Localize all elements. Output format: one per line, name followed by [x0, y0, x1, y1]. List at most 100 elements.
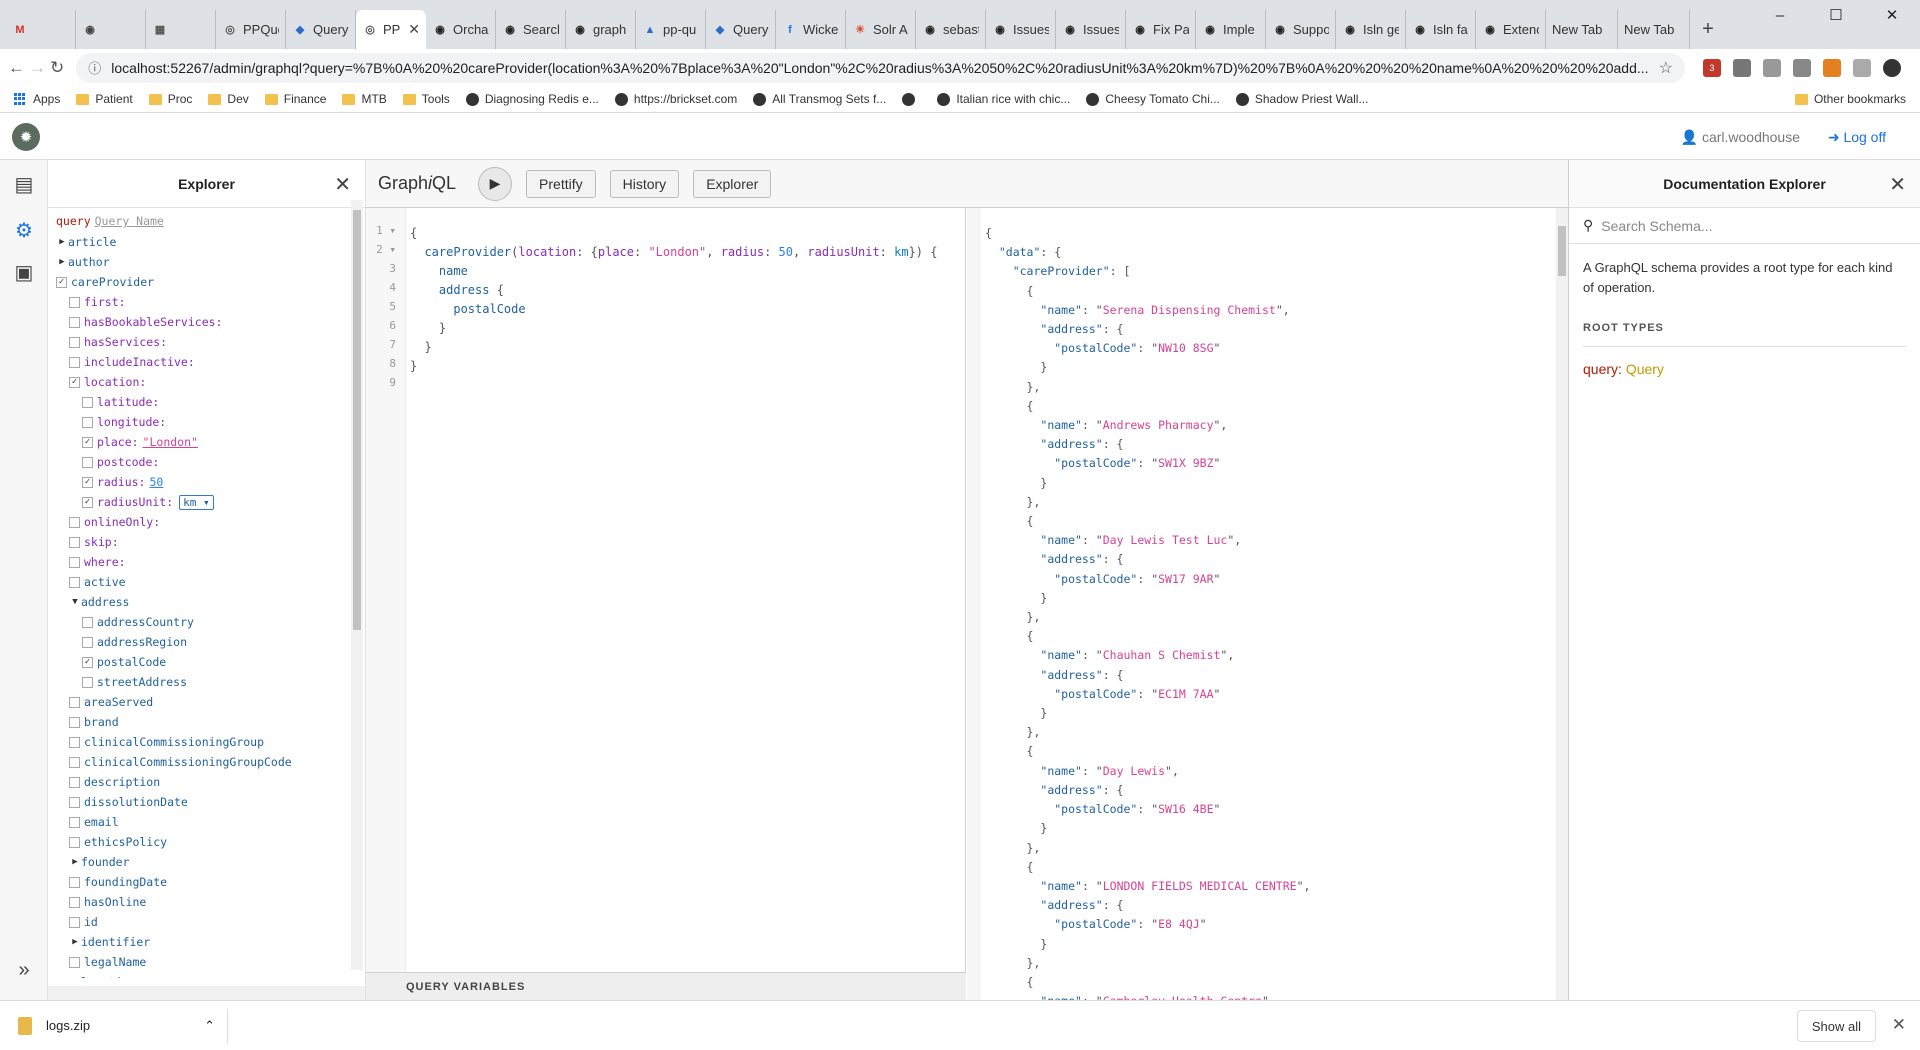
explorer-field-row[interactable]: ▶ identifier — [56, 932, 357, 952]
field-checkbox[interactable] — [82, 656, 93, 668]
caret-right-icon[interactable]: ▶ — [69, 937, 81, 947]
field-checkbox[interactable] — [82, 636, 93, 648]
bookmark-label[interactable]: Cheesy Tomato Chi... — [1105, 92, 1220, 106]
new-tab-icon[interactable]: + — [1690, 10, 1726, 49]
log-off-link[interactable]: ➜ Log off — [1828, 129, 1886, 146]
explorer-field-row[interactable]: location: — [56, 372, 357, 392]
field-checkbox[interactable] — [82, 676, 93, 688]
field-checkbox[interactable] — [56, 276, 67, 288]
caret-down-icon[interactable]: ▼ — [69, 597, 81, 607]
explorer-field-row[interactable]: dissolutionDate — [56, 792, 357, 812]
field-label[interactable]: onlineOnly: — [84, 515, 160, 529]
field-label[interactable]: areaServed — [84, 695, 153, 709]
download-filename[interactable]: logs.zip — [46, 1018, 190, 1033]
field-checkbox[interactable] — [69, 716, 80, 728]
close-docs-icon[interactable]: ✕ — [1889, 172, 1906, 197]
caret-right-icon[interactable]: ▶ — [69, 977, 81, 978]
bookmark-label[interactable]: Patient — [95, 92, 132, 106]
explorer-field-row[interactable]: radiusUnit: km ▾ — [56, 492, 357, 512]
field-label[interactable]: active — [84, 575, 126, 589]
url-text[interactable]: localhost:52267/admin/graphql?query=%7B%… — [111, 60, 1648, 76]
result-scrollbar[interactable] — [1556, 208, 1568, 1000]
bookmark-item[interactable]: Italian rice with chic... — [937, 92, 1070, 106]
execute-query-button[interactable]: ▶ — [478, 166, 513, 201]
explorer-field-row[interactable]: postcode: — [56, 452, 357, 472]
field-label[interactable]: address — [81, 595, 129, 609]
explorer-field-row[interactable]: ethicsPolicy — [56, 832, 357, 852]
browser-tab[interactable]: ◉ — [76, 10, 146, 49]
field-checkbox[interactable] — [69, 736, 80, 748]
browser-tab[interactable]: ◉ Fix Pa — [1126, 10, 1196, 49]
bookmark-label[interactable]: Proc — [168, 92, 193, 106]
explorer-horizontal-scrollbar[interactable] — [48, 986, 365, 1000]
code-line[interactable]: } — [410, 319, 937, 338]
expand-icon[interactable]: » — [12, 958, 36, 982]
field-label[interactable]: dissolutionDate — [84, 795, 188, 809]
argument-value-input[interactable]: "London" — [143, 435, 198, 449]
browser-tab[interactable]: ▲ pp-qu — [636, 10, 706, 49]
reload-icon[interactable]: ↻ — [50, 54, 64, 82]
field-label[interactable]: first: — [84, 295, 126, 309]
close-tab-icon[interactable]: ✕ — [408, 21, 420, 38]
field-checkbox[interactable] — [82, 496, 93, 508]
field-checkbox[interactable] — [69, 876, 80, 888]
query-variables-header[interactable]: Query Variables — [366, 972, 966, 1000]
browser-tab[interactable]: ◉ Isln fa — [1406, 10, 1476, 49]
bookmark-item[interactable]: All Transmog Sets f... — [753, 92, 886, 106]
explorer-field-row[interactable]: ▶location — [56, 972, 357, 978]
download-item[interactable]: logs.zip ⌃ — [18, 1008, 228, 1043]
code-line[interactable] — [410, 376, 937, 395]
minimize-icon[interactable]: – — [1752, 0, 1808, 30]
explorer-field-row[interactable]: radius: 50 — [56, 472, 357, 492]
explorer-field-row[interactable]: includeInactive: — [56, 352, 357, 372]
explorer-field-row[interactable]: foundingDate — [56, 872, 357, 892]
extension-icon[interactable] — [1732, 58, 1751, 77]
browser-tab[interactable]: ◉ sebast — [916, 10, 986, 49]
code-line[interactable]: postalCode — [410, 300, 937, 319]
explorer-field-row[interactable]: description — [56, 772, 357, 792]
history-button[interactable]: History — [609, 169, 680, 198]
explorer-field-row[interactable]: ▶ article — [56, 232, 357, 252]
root-type-link[interactable]: Query — [1626, 361, 1664, 377]
explorer-field-row[interactable]: where: — [56, 552, 357, 572]
field-label[interactable]: radius: — [97, 475, 145, 489]
field-checkbox[interactable] — [69, 356, 80, 368]
browser-tab[interactable]: ◉ Extenc — [1476, 10, 1546, 49]
field-label[interactable]: identifier — [81, 935, 150, 949]
browser-tab[interactable]: ◉ graph — [566, 10, 636, 49]
field-label[interactable]: careProvider — [71, 275, 154, 289]
explorer-field-row[interactable]: longitude: — [56, 412, 357, 432]
field-label[interactable]: foundingDate — [84, 875, 167, 889]
field-checkbox[interactable] — [69, 776, 80, 788]
browser-tab[interactable]: ◎ PP ✕ — [356, 10, 426, 49]
field-label[interactable]: skip: — [84, 535, 119, 549]
explorer-field-row[interactable]: clinicalCommissioningGroupCode — [56, 752, 357, 772]
maximize-icon[interactable]: ☐ — [1808, 0, 1864, 30]
explorer-field-row[interactable]: email — [56, 812, 357, 832]
code-line[interactable]: } — [410, 338, 937, 357]
schema-search-input[interactable]: Search Schema... — [1601, 218, 1712, 234]
field-checkbox[interactable] — [69, 316, 80, 328]
field-checkbox[interactable] — [69, 696, 80, 708]
field-checkbox[interactable] — [69, 916, 80, 928]
bookmark-item[interactable]: Shadow Priest Wall... — [1235, 92, 1368, 106]
bookmark-label[interactable]: MTB — [361, 92, 386, 106]
bookmark-label[interactable]: Italian rice with chic... — [956, 92, 1070, 106]
code-line[interactable]: { — [410, 224, 937, 243]
explorer-field-row[interactable]: hasBookableServices: — [56, 312, 357, 332]
field-checkbox[interactable] — [69, 536, 80, 548]
field-checkbox[interactable] — [69, 516, 80, 528]
bookmark-item[interactable]: Diagnosing Redis e... — [465, 92, 599, 106]
browser-tab[interactable]: New Tab — [1546, 10, 1618, 49]
field-checkbox[interactable] — [82, 476, 93, 488]
field-label[interactable]: clinicalCommissioningGroup — [84, 735, 264, 749]
browser-tab[interactable]: ◉ Isln ge — [1336, 10, 1406, 49]
field-checkbox[interactable] — [69, 816, 80, 828]
browser-tab[interactable]: ◉ Orcha — [426, 10, 496, 49]
browser-tab[interactable]: New Tab — [1618, 10, 1690, 49]
back-icon[interactable]: ← — [8, 54, 25, 82]
browser-tab[interactable]: M — [6, 10, 76, 49]
field-checkbox[interactable] — [82, 456, 93, 468]
code-line[interactable]: name — [410, 262, 937, 281]
field-label[interactable]: id — [84, 915, 98, 929]
